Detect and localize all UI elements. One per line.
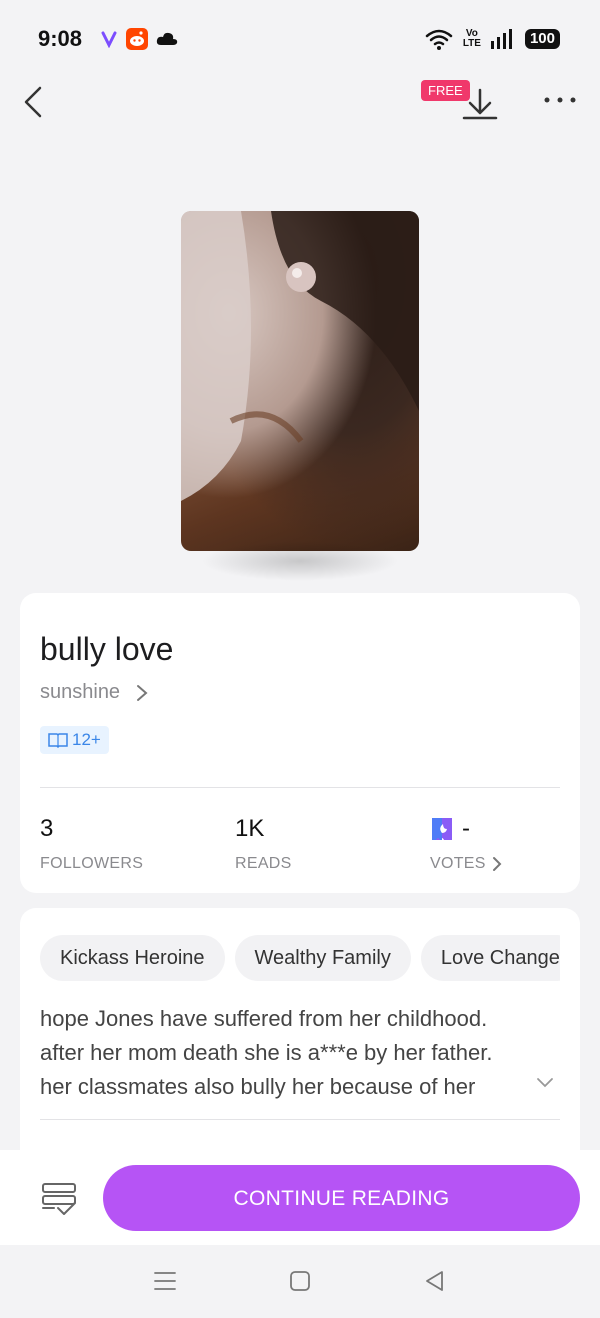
more-dots-icon — [544, 97, 576, 103]
cover-shadow — [201, 541, 399, 581]
vote-ticket-icon — [432, 818, 452, 840]
votes-value-row: - — [430, 815, 502, 843]
reads-stat: 1K READS — [235, 815, 292, 873]
chevron-right-icon — [492, 857, 502, 871]
volte-bottom: LTE — [462, 38, 481, 49]
back-triangle-icon — [426, 1271, 443, 1291]
author-link[interactable]: sunshine — [40, 681, 148, 704]
followers-value: 3 — [40, 815, 54, 842]
menu-icon — [154, 1272, 176, 1290]
recent-apps-button[interactable] — [154, 1271, 176, 1291]
votes-stat[interactable]: - VOTES — [430, 815, 502, 873]
book-description: hope Jones have suffered from her childh… — [40, 1006, 493, 1099]
reddit-icon — [126, 28, 148, 50]
cover-art — [181, 211, 419, 501]
top-bar: FREE — [0, 70, 600, 134]
reads-label: READS — [235, 855, 292, 872]
system-nav-bar — [0, 1245, 600, 1318]
continue-reading-button[interactable]: CONTINUE READING — [103, 1165, 580, 1231]
wifi-icon — [425, 29, 453, 50]
home-square-icon — [290, 1271, 310, 1291]
followers-stat: 3 FOLLOWERS — [40, 815, 143, 873]
age-rating-badge: 12+ — [40, 726, 109, 754]
cloud-icon — [156, 32, 178, 45]
chevron-right-icon — [137, 684, 148, 701]
book-cover-container — [181, 211, 419, 581]
votes-label-row: VOTES — [430, 855, 502, 873]
age-rating-text: 12+ — [72, 730, 101, 749]
chevron-down-icon — [537, 1078, 553, 1088]
status-bar: 9:08 Vo LTE 100 — [0, 0, 600, 80]
more-button[interactable] — [540, 88, 580, 112]
votes-label: VOTES — [430, 855, 486, 872]
status-time: 9:08 — [38, 26, 83, 51]
battery-icon: 100 — [524, 29, 560, 49]
book-cover-image[interactable] — [181, 211, 419, 551]
bottom-action-bar: CONTINUE READING — [0, 1150, 600, 1245]
status-right: Vo LTE 100 — [425, 28, 560, 50]
library-icon — [42, 1183, 76, 1215]
status-app-icons — [100, 28, 178, 50]
tag-chip[interactable]: Kickass Heroine — [40, 935, 225, 981]
divider — [40, 1119, 560, 1120]
description-card: Kickass Heroine Wealthy Family Love Change… — [20, 908, 580, 1168]
book-icon — [48, 733, 68, 748]
book-title: bully love — [40, 631, 174, 667]
author-name: sunshine — [40, 681, 121, 703]
volte-indicator: Vo LTE — [463, 29, 481, 49]
back-arrow-icon — [24, 86, 42, 118]
expand-description-button[interactable] — [535, 1076, 555, 1090]
back-button[interactable] — [18, 82, 58, 122]
votes-value: - — [462, 815, 470, 842]
tag-list: Kickass Heroine Wealthy Family Love Change — [40, 935, 560, 983]
tag-chip[interactable]: Wealthy Family — [234, 935, 411, 981]
book-info-card: bully love sunshine 12+ 3 FOLLOWERS 1K R… — [20, 593, 580, 893]
viber-icon — [101, 31, 117, 48]
home-button[interactable] — [290, 1271, 310, 1291]
tag-chip[interactable]: Love Change — [420, 935, 560, 981]
reads-value: 1K — [235, 815, 265, 842]
add-to-library-button[interactable] — [40, 1180, 78, 1218]
signal-icon — [490, 29, 512, 49]
free-badge: FREE — [421, 80, 470, 101]
system-back-button[interactable] — [424, 1270, 446, 1292]
followers-label: FOLLOWERS — [40, 855, 144, 872]
divider — [40, 787, 560, 788]
